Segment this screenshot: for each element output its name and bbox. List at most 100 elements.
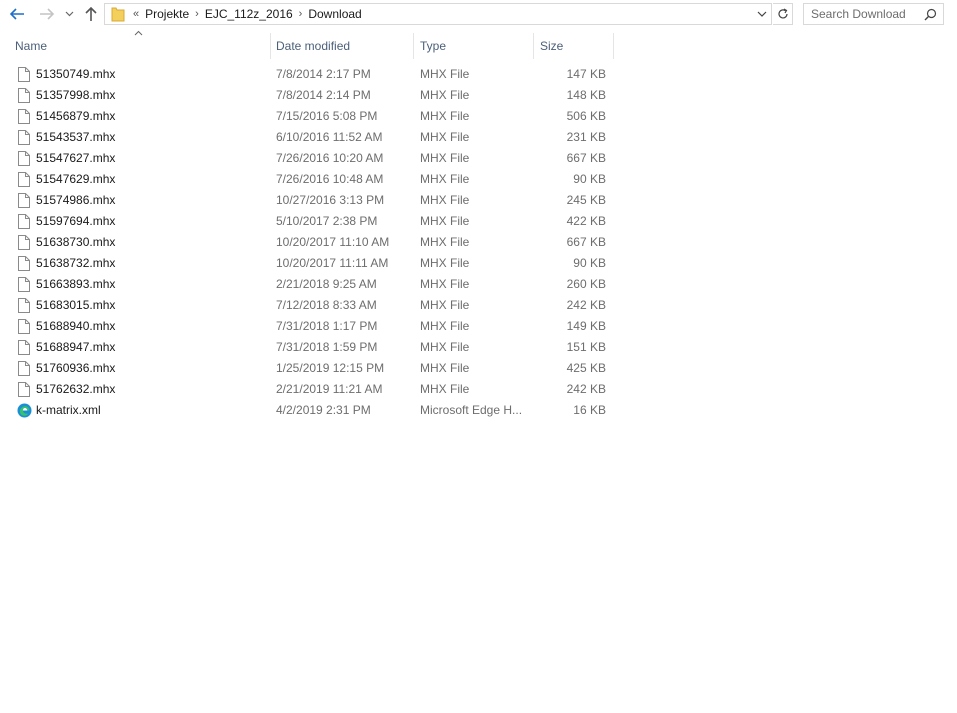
column-header-row: Name Date modified Type Size — [0, 30, 615, 59]
file-name[interactable]: k-matrix.xml — [36, 400, 266, 421]
file-name[interactable]: 51638732.mhx — [36, 253, 266, 274]
search-box[interactable] — [803, 3, 944, 25]
breadcrumb-projekte[interactable]: Projekte — [145, 7, 189, 21]
file-type: MHX File — [420, 277, 470, 291]
file-type: MHX File — [420, 109, 470, 123]
file-row[interactable]: 51760936.mhx 1/25/2019 12:15 PM MHX File 42… — [0, 358, 615, 379]
chevron-right-icon[interactable]: › — [195, 8, 199, 20]
navigation-bar: « Projekte › EJC_112z_2016 › Download — [0, 0, 957, 30]
file-type: MHX File — [420, 256, 470, 270]
file-name[interactable]: 51547629.mhx — [36, 169, 266, 190]
file-date-modified: 7/31/2018 1:17 PM — [276, 319, 378, 333]
file-size: 148 KB — [566, 88, 606, 102]
file-type: MHX File — [420, 130, 470, 144]
file-type: MHX File — [420, 298, 470, 312]
file-name[interactable]: 51762632.mhx — [36, 379, 266, 400]
back-arrow-icon — [9, 8, 24, 20]
file-name[interactable]: 51350749.mhx — [36, 64, 266, 85]
chevron-down-icon — [757, 11, 767, 17]
file-list: 51350749.mhx 7/8/2014 2:17 PM MHX File 147 … — [0, 64, 615, 421]
file-name[interactable]: 51760936.mhx — [36, 358, 266, 379]
file-size: 667 KB — [566, 235, 606, 249]
file-type: MHX File — [420, 88, 470, 102]
file-size: 506 KB — [566, 109, 606, 123]
file-icon — [16, 316, 32, 337]
file-name[interactable]: 51688947.mhx — [36, 337, 266, 358]
column-header-size[interactable]: Size — [534, 33, 613, 59]
forward-arrow-icon — [40, 8, 55, 20]
file-row[interactable]: 51547627.mhx 7/26/2016 10:20 AM MHX File 66… — [0, 148, 615, 169]
file-date-modified: 5/10/2017 2:38 PM — [276, 214, 378, 228]
file-row[interactable]: 51638730.mhx 10/20/2017 11:10 AM MHX File 6… — [0, 232, 615, 253]
file-icon — [16, 127, 32, 148]
file-row[interactable]: 51574986.mhx 10/27/2016 3:13 PM MHX File 24… — [0, 190, 615, 211]
file-row[interactable]: 51543537.mhx 6/10/2016 11:52 AM MHX File 23… — [0, 127, 615, 148]
file-date-modified: 7/12/2018 8:33 AM — [276, 298, 377, 312]
file-name[interactable]: 51574986.mhx — [36, 190, 266, 211]
file-date-modified: 2/21/2018 9:25 AM — [276, 277, 377, 291]
file-size: 16 KB — [573, 403, 606, 417]
file-row[interactable]: 51638732.mhx 10/20/2017 11:11 AM MHX File 9… — [0, 253, 615, 274]
file-icon — [16, 64, 32, 85]
file-icon — [16, 85, 32, 106]
search-icon[interactable] — [924, 8, 937, 21]
file-type: MHX File — [420, 151, 470, 165]
back-button[interactable] — [7, 4, 27, 24]
breadcrumb-download[interactable]: Download — [308, 7, 361, 21]
file-name[interactable]: 51597694.mhx — [36, 211, 266, 232]
file-row[interactable]: 51357998.mhx 7/8/2014 2:14 PM MHX File 148 … — [0, 85, 615, 106]
column-header-name[interactable]: Name — [9, 33, 270, 59]
chevron-right-icon[interactable]: › — [299, 8, 303, 20]
file-row[interactable]: 51762632.mhx 2/21/2019 11:21 AM MHX File 24… — [0, 379, 615, 400]
file-date-modified: 7/31/2018 1:59 PM — [276, 340, 378, 354]
file-size: 422 KB — [566, 214, 606, 228]
file-name[interactable]: 51683015.mhx — [36, 295, 266, 316]
file-row[interactable]: 51683015.mhx 7/12/2018 8:33 AM MHX File 242… — [0, 295, 615, 316]
file-name[interactable]: 51357998.mhx — [36, 85, 266, 106]
file-date-modified: 10/20/2017 11:11 AM — [276, 256, 389, 270]
address-bar[interactable]: « Projekte › EJC_112z_2016 › Download — [104, 3, 772, 25]
up-arrow-icon — [85, 6, 97, 21]
chevron-down-icon — [65, 11, 73, 17]
refresh-button[interactable] — [773, 3, 793, 25]
file-row[interactable]: 51547629.mhx 7/26/2016 10:48 AM MHX File 90… — [0, 169, 615, 190]
column-divider[interactable] — [613, 33, 614, 59]
file-icon — [16, 337, 32, 358]
file-name[interactable]: 51663893.mhx — [36, 274, 266, 295]
file-name[interactable]: 51688940.mhx — [36, 316, 266, 337]
file-row[interactable]: 51663893.mhx 2/21/2018 9:25 AM MHX File 260… — [0, 274, 615, 295]
file-icon — [16, 358, 32, 379]
file-icon — [16, 211, 32, 232]
file-name[interactable]: 51547627.mhx — [36, 148, 266, 169]
file-type: Microsoft Edge H... — [420, 403, 523, 417]
column-header-date-modified[interactable]: Date modified — [270, 33, 414, 59]
file-row[interactable]: 51597694.mhx 5/10/2017 2:38 PM MHX File 422… — [0, 211, 615, 232]
file-row[interactable]: 51688947.mhx 7/31/2018 1:59 PM MHX File 151… — [0, 337, 615, 358]
file-row[interactable]: k-matrix.xml 4/2/2019 2:31 PM Microsoft Ed… — [0, 400, 615, 421]
address-dropdown-button[interactable] — [753, 4, 771, 24]
up-button[interactable] — [81, 4, 101, 24]
file-name[interactable]: 51543537.mhx — [36, 127, 266, 148]
breadcrumb-overflow[interactable]: « — [133, 8, 139, 20]
recent-locations-button[interactable] — [61, 4, 77, 24]
file-row[interactable]: 51350749.mhx 7/8/2014 2:17 PM MHX File 147 … — [0, 64, 615, 85]
file-type: MHX File — [420, 361, 470, 375]
file-name[interactable]: 51456879.mhx — [36, 106, 266, 127]
breadcrumb-ejc-112z-2016[interactable]: EJC_112z_2016 — [205, 7, 293, 21]
file-row[interactable]: 51688940.mhx 7/31/2018 1:17 PM MHX File 149… — [0, 316, 615, 337]
file-date-modified: 1/25/2019 12:15 PM — [276, 361, 385, 375]
file-size: 667 KB — [566, 151, 606, 165]
file-type: MHX File — [420, 214, 470, 228]
file-date-modified: 7/26/2016 10:48 AM — [276, 172, 384, 186]
file-size: 260 KB — [566, 277, 606, 291]
search-input[interactable] — [811, 7, 923, 21]
file-type: MHX File — [420, 235, 470, 249]
file-type: MHX File — [420, 172, 470, 186]
file-row[interactable]: 51456879.mhx 7/15/2016 5:08 PM MHX File 506… — [0, 106, 615, 127]
file-size: 242 KB — [566, 382, 606, 396]
refresh-icon — [777, 8, 788, 19]
file-type: MHX File — [420, 193, 470, 207]
file-name[interactable]: 51638730.mhx — [36, 232, 266, 253]
column-header-type[interactable]: Type — [414, 33, 534, 59]
forward-button[interactable] — [37, 4, 57, 24]
